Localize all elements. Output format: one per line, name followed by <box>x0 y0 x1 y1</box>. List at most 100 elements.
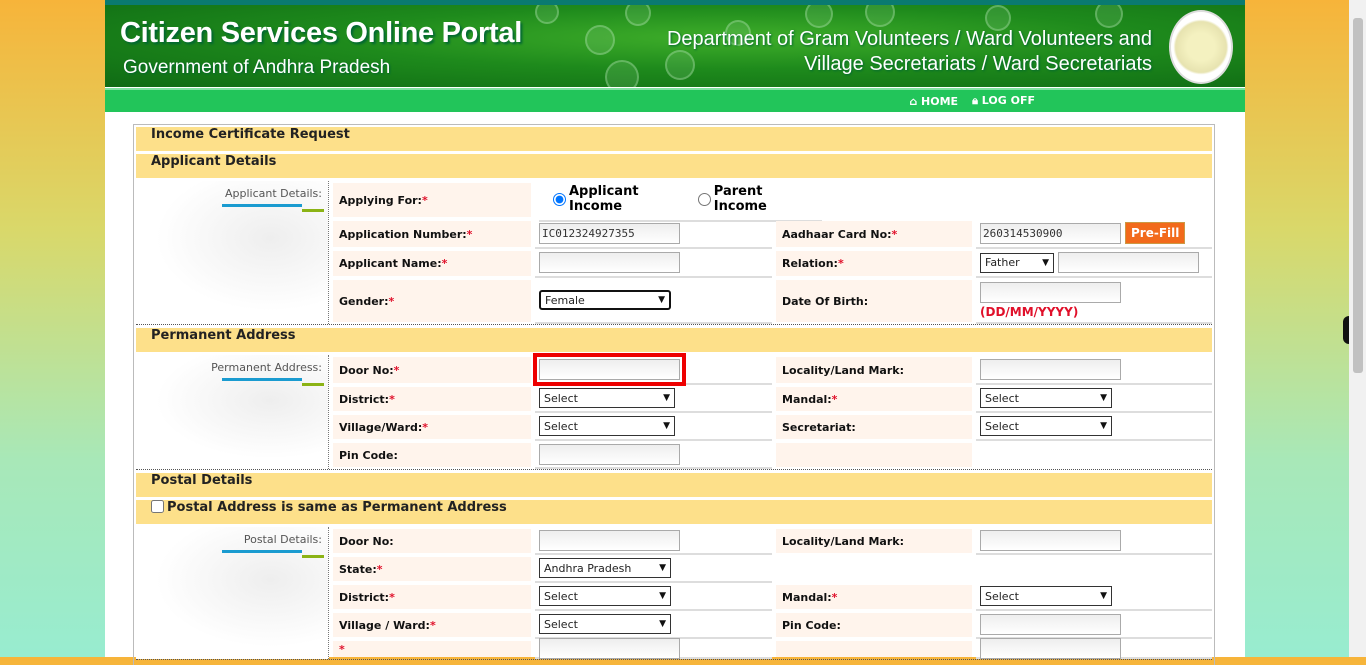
radio-button[interactable] <box>697 192 711 206</box>
government-emblem-logo <box>1169 10 1233 84</box>
side-label-text: Postal Details: <box>243 533 322 546</box>
field-label-text: Door No: <box>339 363 394 377</box>
section-grid: Permanent Address: Door No: * Locality/Land… <box>136 352 1212 470</box>
text-input[interactable] <box>539 222 680 244</box>
home-icon: ⌂ <box>909 94 918 108</box>
select-input[interactable]: Andhra Pradesh ▼ <box>539 558 671 578</box>
select-input[interactable]: Select ▼ <box>980 388 1112 408</box>
text-input[interactable] <box>539 637 680 659</box>
select-input[interactable]: Select ▼ <box>539 416 675 436</box>
scrollbar-thumb[interactable] <box>1353 18 1363 373</box>
field-label-text: Village / Ward: <box>339 618 430 632</box>
side-label: Applicant Details: <box>136 181 329 324</box>
chevron-down-icon: ▼ <box>1100 591 1107 601</box>
chevron-down-icon: ▼ <box>658 295 665 305</box>
select-input[interactable]: Select ▼ <box>539 388 675 408</box>
field-label-text: Village/Ward: <box>339 420 423 434</box>
radio-button[interactable] <box>553 192 566 206</box>
field-value <box>535 249 772 278</box>
field-label-text: Mandal: <box>782 392 832 406</box>
text-input[interactable] <box>980 222 1121 244</box>
chevron-down-icon: ▼ <box>663 421 670 431</box>
field-value: Pre-Fill <box>976 219 1212 249</box>
text-input[interactable] <box>980 529 1121 551</box>
field-label-text: Secretariat: <box>782 420 856 434</box>
required-asterisk: * <box>393 363 400 377</box>
field-label: Relation: * <box>776 251 972 276</box>
accent-bar <box>222 378 302 381</box>
field-label: Door No: * <box>333 357 531 383</box>
accent-bar <box>302 209 324 212</box>
field-value: Select ▼ <box>535 583 772 611</box>
required-asterisk: * <box>422 420 429 434</box>
relation-name-input[interactable] <box>1058 252 1199 273</box>
text-input[interactable] <box>980 281 1121 303</box>
text-input[interactable] <box>533 352 686 386</box>
section-header: Permanent Address <box>136 328 1212 352</box>
text-input[interactable] <box>980 358 1121 380</box>
same-address-header: Postal Address is same as Permanent Addr… <box>136 500 1212 524</box>
required-asterisk: * <box>389 590 395 604</box>
field-label: Door No: <box>333 529 531 553</box>
select-input[interactable]: Female ▼ <box>539 290 671 310</box>
field-value <box>976 527 1212 555</box>
department-name: Department of Gram Volunteers / Ward Vol… <box>667 27 1152 77</box>
field-value: Applicant Income Parent Income <box>535 181 1212 222</box>
field-value: Select ▼ <box>535 611 772 639</box>
section-grid: Postal Details: Door No: Locality/Land Mar… <box>136 527 1212 660</box>
select-input[interactable]: Select ▼ <box>980 416 1112 436</box>
select-input[interactable]: Select ▼ <box>539 586 671 606</box>
text-input[interactable] <box>980 637 1121 659</box>
chevron-down-icon: ▼ <box>659 619 666 629</box>
department-line-2: Village Secretariats / Ward Secretariats <box>804 53 1152 75</box>
field-value: Select ▼ <box>976 583 1212 611</box>
required-asterisk: * <box>891 227 898 241</box>
required-asterisk: * <box>388 294 395 308</box>
scrollbar[interactable] <box>1349 0 1366 657</box>
field-label-text: Applicant Name: <box>339 257 442 270</box>
select-value: Select <box>985 391 1019 405</box>
field-label-text: Relation: <box>782 257 838 270</box>
field-label <box>776 641 972 657</box>
required-asterisk: * <box>831 590 838 604</box>
select-input[interactable]: Select ▼ <box>539 614 671 634</box>
select-value: Select <box>544 391 578 405</box>
select-input[interactable]: Father ▼ <box>980 252 1054 273</box>
select-value: Select <box>544 419 578 433</box>
required-asterisk: * <box>466 227 473 241</box>
text-input[interactable] <box>539 252 680 273</box>
home-link[interactable]: ⌂ HOME <box>909 95 958 108</box>
field-label: Gender: * <box>333 280 531 322</box>
field-value: Select ▼ <box>535 385 772 413</box>
radio-applicant-income[interactable]: Applicant Income <box>553 184 694 214</box>
accent-bar <box>222 550 302 553</box>
required-asterisk: * <box>429 618 436 632</box>
logoff-link[interactable]: 🔒︎ LOG OFF <box>972 94 1035 108</box>
chevron-down-icon: ▼ <box>663 393 670 403</box>
prefill-button[interactable]: Pre-Fill <box>1125 222 1186 244</box>
field-label: Village / Ward: * <box>333 613 531 637</box>
field-label-text: District: <box>339 590 390 604</box>
field-value <box>976 441 1212 469</box>
field-value <box>976 611 1212 639</box>
field-label: Mandal: * <box>776 585 972 609</box>
field-value: Select ▼ <box>535 413 772 441</box>
select-input[interactable]: Select ▼ <box>980 586 1112 606</box>
field-label: Pin Code: <box>333 443 531 467</box>
field-label: Applicant Name: * <box>333 251 531 276</box>
page: Citizen Services Online Portal Governmen… <box>105 0 1245 665</box>
field-label-text: Gender: <box>339 294 389 308</box>
field-value: Select ▼ <box>976 413 1212 441</box>
text-input[interactable] <box>980 613 1121 635</box>
section-grid: Applicant Details: Applying For: * Applican… <box>136 181 1212 325</box>
field-value: Andhra Pradesh ▼ <box>535 555 772 583</box>
chevron-down-icon: ▼ <box>659 563 666 573</box>
field-label: District: * <box>333 387 531 411</box>
field-label: Date Of Birth: <box>776 280 972 322</box>
same-address-checkbox[interactable] <box>151 500 164 513</box>
field-label: State: * <box>333 557 531 581</box>
text-input[interactable] <box>539 443 680 465</box>
radio-parent-income[interactable]: Parent Income <box>697 184 818 214</box>
text-input[interactable] <box>539 529 680 551</box>
side-label-text: Permanent Address: <box>211 361 322 374</box>
